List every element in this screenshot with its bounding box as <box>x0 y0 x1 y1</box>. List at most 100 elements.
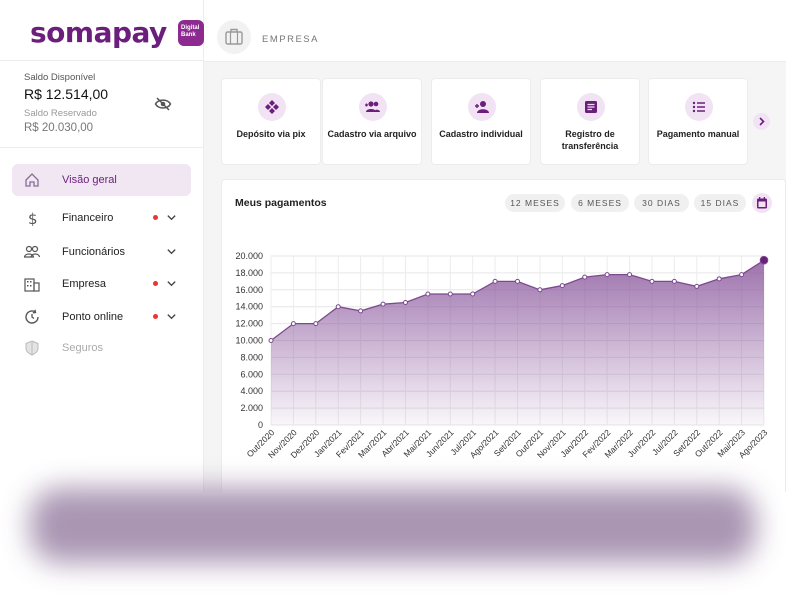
y-tick-label: 18.000 <box>235 268 263 278</box>
data-point <box>604 272 610 278</box>
chevron-down-icon[interactable] <box>166 246 177 257</box>
sidebar-item-label: Seguros <box>62 342 103 354</box>
data-point <box>335 304 341 310</box>
sidebar-item-visao-geral[interactable]: Visão geral <box>12 164 191 196</box>
header-icon-button[interactable] <box>217 20 251 54</box>
action-label: Pagamento manual <box>656 129 740 139</box>
building-icon <box>24 278 40 292</box>
divider <box>0 147 204 148</box>
people-icon <box>24 245 40 258</box>
shield-icon <box>25 340 39 356</box>
eye-off-icon[interactable] <box>154 97 172 111</box>
chevron-right-icon <box>759 117 765 126</box>
chevron-down-icon[interactable] <box>166 278 177 289</box>
data-point <box>447 291 453 297</box>
data-point <box>290 321 296 327</box>
data-point <box>716 276 722 282</box>
brand-badge-line2: Bank <box>181 32 196 38</box>
data-point <box>559 283 565 289</box>
action-deposito-pix[interactable]: Depósito via pix <box>221 78 321 165</box>
data-point <box>582 274 588 280</box>
notification-dot <box>153 314 158 319</box>
action-cadastro-arquivo[interactable]: Cadastro via arquivo <box>322 78 422 165</box>
document-icon <box>585 101 597 113</box>
svg-text:$: $ <box>28 210 38 226</box>
person-add-icon <box>475 101 489 113</box>
brand-name: somapay <box>30 16 167 49</box>
data-point <box>627 272 633 278</box>
action-icon-bg <box>359 93 387 121</box>
home-icon <box>25 173 39 187</box>
action-icon-bg <box>258 93 286 121</box>
action-icon-bg <box>468 93 496 121</box>
sidebar-item-seguros[interactable]: Seguros <box>12 332 191 364</box>
data-point <box>759 255 769 265</box>
payments-line-chart: 0 2.000 4.000 6.000 8.000 10.000 12.000 14.000 1… <box>235 251 769 460</box>
data-point <box>358 308 364 314</box>
divider <box>0 60 204 61</box>
sidebar-item-label: Funcionários <box>62 246 125 258</box>
data-point <box>313 321 319 327</box>
page-title: EMPRESA <box>262 34 319 45</box>
data-point <box>470 291 476 297</box>
chevron-down-icon[interactable] <box>166 311 177 322</box>
y-tick-label: 6.000 <box>240 369 263 379</box>
y-tick-label: 4.000 <box>240 386 263 396</box>
action-pagamento-manual[interactable]: Pagamento manual <box>648 78 748 165</box>
y-tick-label: 14.000 <box>235 302 263 312</box>
group-add-icon <box>365 101 380 112</box>
y-tick-label: 10.000 <box>235 336 263 346</box>
data-point <box>402 299 408 305</box>
brand-badge-line1: Digital <box>181 25 200 31</box>
top-header: EMPRESA <box>204 0 786 62</box>
action-icon-bg <box>685 93 713 121</box>
data-point <box>694 283 700 289</box>
decorative-shadow <box>30 488 756 563</box>
sidebar-item-empresa[interactable]: Empresa <box>12 268 191 300</box>
brand-badge: Digital Bank <box>178 20 204 46</box>
main-content: Depósito via pix Cadastro via arquivo Ca… <box>204 62 786 492</box>
sidebar-item-label: Empresa <box>62 278 107 290</box>
notification-dot <box>153 281 158 286</box>
carousel-next-button[interactable] <box>753 113 770 130</box>
list-icon <box>692 101 705 113</box>
sidebar-item-ponto-online[interactable]: Ponto online <box>12 301 191 333</box>
action-label: Cadastro via arquivo <box>327 129 417 139</box>
brand-logo[interactable]: somapay Digital Bank <box>30 16 204 56</box>
y-tick-label: 20.000 <box>235 251 263 261</box>
data-point <box>739 272 745 278</box>
y-tick-label: 8.000 <box>240 352 263 362</box>
action-label: Cadastro individual <box>439 129 523 139</box>
sidebar-item-label: Financeiro <box>62 212 114 224</box>
y-tick-label: 0 <box>258 420 263 430</box>
data-point <box>425 291 431 297</box>
y-tick-label: 12.000 <box>235 319 263 329</box>
pix-icon <box>265 100 279 114</box>
action-registro-transferencia[interactable]: Registro de transferência <box>540 78 640 165</box>
action-label: Depósito via pix <box>236 129 306 139</box>
notification-dot <box>153 215 158 220</box>
data-point <box>380 301 386 307</box>
data-point <box>515 278 520 284</box>
action-icon-bg <box>577 93 605 121</box>
dollar-icon: $ <box>28 210 38 226</box>
chevron-down-icon[interactable] <box>166 212 177 223</box>
sidebar-item-label: Ponto online <box>62 311 124 323</box>
clock-icon <box>25 309 39 324</box>
y-tick-label: 16.000 <box>235 285 263 295</box>
data-point <box>671 278 677 284</box>
payments-chart-card: Meus pagamentos 12 MESES 6 MESES 30 DIAS… <box>221 179 786 492</box>
action-cadastro-individual[interactable]: Cadastro individual <box>431 78 531 165</box>
sidebar-item-label: Visão geral <box>62 174 117 186</box>
reserved-balance-value: R$ 20.030,00 <box>24 122 94 134</box>
data-point <box>537 287 543 293</box>
sidebar-item-funcionarios[interactable]: Funcionários <box>12 236 191 268</box>
action-label: Registro de transferência <box>561 129 619 151</box>
data-point <box>492 278 498 284</box>
sidebar-item-financeiro[interactable]: $ Financeiro <box>12 202 191 234</box>
briefcase-icon <box>225 28 243 45</box>
available-balance-label: Saldo Disponível <box>24 72 96 83</box>
y-tick-label: 2.000 <box>240 403 263 413</box>
sidebar: somapay Digital Bank Saldo Disponível R$… <box>0 0 204 492</box>
data-point <box>268 338 274 343</box>
